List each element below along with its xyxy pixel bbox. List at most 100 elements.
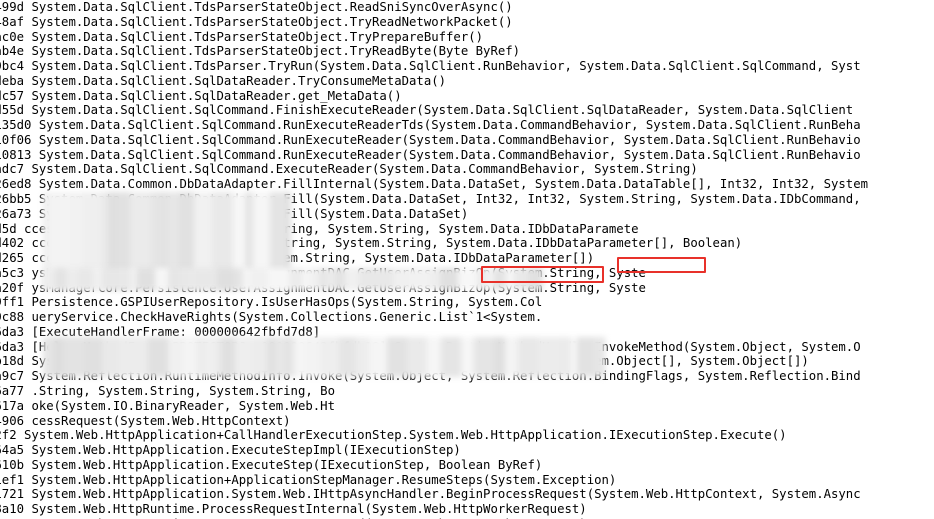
stack-frame-line: b9c88 ueryService.CheckHaveRights(System…	[0, 310, 542, 325]
stack-frame-line: f610b System.Web.HttpApplication.Execute…	[0, 458, 542, 473]
stack-frame-address: ba5c3	[0, 265, 25, 280]
stack-frame-method: System.Web.HttpApplication+CallHandlerEx…	[24, 428, 787, 443]
stack-frame-address: cab4e	[0, 44, 25, 59]
stack-frame-method: System.Reflection.RuntimeMethodInfo.Unsa…	[31, 354, 809, 369]
stack-frame-method: Persistence.GSPIUserRepository.IsUserHas…	[31, 295, 543, 310]
stack-frame-method: System.Data.SqlClient.TdsParserStateObje…	[31, 0, 513, 14]
stack-frame-gap	[17, 222, 24, 236]
stack-frame-gap	[31, 118, 38, 132]
stack-frame-method: System.Data.SqlClient.TdsParserStateObje…	[31, 14, 513, 29]
stack-frame-address: ddeba	[0, 73, 25, 88]
stack-frame-line: ad5d ccess.Database.GetDataSet(System.St…	[0, 222, 639, 237]
stack-frame-method: System.Data.SqlClient.SqlCommand.RunExec…	[38, 147, 861, 162]
stack-frame-method: System.Data.Common.DbDataAdapter.Fill(Sy…	[38, 192, 861, 206]
stack-frame-line: d2f2 System.Web.HttpApplication+CallHand…	[0, 428, 787, 443]
stack-frame-line: c9bc4 System.Data.SqlClient.TdsParser.Tr…	[0, 59, 861, 74]
stack-frame-line: f1721 System.Web.HttpApplication.System.…	[0, 487, 861, 502]
stack-trace-viewport[interactable]: c499d System.Data.SqlClient.TdsParserSta…	[0, 0, 934, 519]
stack-frame-address: ad402	[0, 236, 25, 251]
stack-frame-line: d10813 System.Data.SqlClient.SqlCommand.…	[0, 148, 861, 163]
stack-frame-line: 18a10 System.Web.HttpRuntime.ProcessRequ…	[0, 502, 587, 517]
stack-frame-address: f1ef1	[0, 472, 25, 487]
stack-frame-address: ba20f	[0, 280, 25, 295]
stack-frame-address: d135d0	[0, 118, 32, 133]
stack-frame-line: ddc57 System.Data.SqlClient.SqlDataReade…	[0, 89, 402, 104]
stack-frame-line: eadc7 System.Data.SqlClient.SqlCommand.E…	[0, 162, 698, 177]
stack-frame-method: ccess.Database.GetDataSet(System.String,…	[24, 221, 639, 236]
stack-frame-method: System.Reflection.RuntimeMethodInfo.Invo…	[31, 369, 861, 384]
stack-frame-line: dd55d System.Data.SqlClient.SqlCommand.F…	[0, 103, 853, 118]
stack-frame-method: cessRequest(System.Web.HttpContext)	[31, 413, 291, 428]
stack-frame-method: .String, System.String, System.String, B…	[31, 384, 335, 399]
stack-frame-address: 0b18d	[0, 354, 25, 369]
stack-frame-method: ccess.Database.GetDataSet(System.String,…	[31, 236, 743, 251]
stack-frame-address: cac0e	[0, 29, 25, 44]
stack-frame-address: d26bb5	[0, 192, 32, 206]
stack-frame-address: d26ed8	[0, 177, 32, 192]
stack-frame-method: ueryService.CheckHaveRights(System.Colle…	[31, 310, 543, 325]
stack-frame-address: f64a5	[0, 443, 25, 458]
stack-frame-method: System.Web.HttpRuntime.ProcessRequestInt…	[31, 502, 587, 517]
stack-frame-method: System.Web.HttpApplication.ExecuteStepIm…	[31, 443, 461, 458]
stack-frame-address: 0a9c7	[0, 369, 25, 384]
stack-frame-address: ddc57	[0, 88, 25, 103]
stack-frame-gap	[31, 148, 38, 162]
stack-frame-address: d26a73	[0, 206, 32, 221]
stack-frame-line: a4906 cessRequest(System.Web.HttpContext…	[0, 414, 291, 429]
stack-frame-method: System.Web.HttpApplication.System.Web.IH…	[31, 487, 861, 502]
stack-frame-gap	[31, 177, 38, 191]
stack-frame-line: c6da3 [HelperMethodFrame_PROTECTOBJ: 000…	[0, 340, 861, 355]
stack-frame-method: System.Data.SqlClient.SqlCommand.FinishE…	[31, 103, 854, 118]
stack-frame-method: System.Data.Common.DbDataAdapter.Fill(Sy…	[38, 206, 469, 221]
stack-frame-address: a6a77	[0, 384, 25, 399]
stack-frame-method: System.Web.HttpApplication+ApplicationSt…	[31, 472, 617, 487]
stack-frame-line: b9ff1 Persistence.GSPIUserRepository.IsU…	[0, 295, 542, 310]
stack-frame-method: System.Data.SqlClient.SqlCommand.RunExec…	[38, 118, 861, 133]
stack-frame-line: 0b18d System.Reflection.RuntimeMethodInf…	[0, 354, 809, 369]
stack-frame-line: ad265 ccess.Database.ExecuteDataSet(Syst…	[0, 251, 594, 266]
stack-frame-line: f1ef1 System.Web.HttpApplication+Applica…	[0, 473, 616, 488]
stack-frame-line: c48af System.Data.SqlClient.TdsParserSta…	[0, 15, 513, 30]
stack-frame-address: c6da3	[0, 324, 25, 339]
highlight-is-user-has-ops	[617, 257, 706, 273]
highlight-check-have-rights	[481, 266, 604, 283]
stack-frame-line: d135d0 System.Data.SqlClient.SqlCommand.…	[0, 118, 861, 133]
stack-frame-line: d10f06 System.Data.SqlClient.SqlCommand.…	[0, 133, 861, 148]
stack-frame-line: cac0e System.Data.SqlClient.TdsParserSta…	[0, 30, 483, 45]
stack-frame-line: cab4e System.Data.SqlClient.TdsParserSta…	[0, 44, 520, 59]
stack-frame-address: eadc7	[0, 162, 25, 177]
stack-frame-address: b9ff1	[0, 295, 25, 310]
stack-frame-gap	[17, 428, 24, 442]
stack-frame-address: c6da3	[0, 339, 25, 354]
stack-frame-method: oke(System.IO.BinaryReader, System.Web.H…	[31, 398, 335, 413]
stack-frame-method: ccess.Database.ExecuteDataSet(System.Str…	[31, 251, 595, 266]
stack-frame-address: c9bc4	[0, 59, 25, 74]
stack-frame-gap	[31, 207, 38, 221]
stack-frame-address: a4906	[0, 413, 25, 428]
stack-frame-address: c499d	[0, 0, 25, 14]
stack-frame-line: a6a77 .String, System.String, System.Str…	[0, 384, 335, 399]
stack-frame-method: System.Data.SqlClient.SqlCommand.RunExec…	[38, 132, 861, 147]
stack-frame-address: b9c88	[0, 310, 25, 325]
stack-frame-method: System.Data.SqlClient.TdsParserStateObje…	[31, 44, 521, 59]
stack-frame-line: ad402 ccess.Database.GetDataSet(System.S…	[0, 236, 742, 251]
stack-frame-address: ad5d	[0, 221, 17, 236]
stack-frame-line: a617a oke(System.IO.BinaryReader, System…	[0, 399, 335, 414]
stack-frame-address: a617a	[0, 398, 25, 413]
stack-frame-method: System.Data.Common.DbDataAdapter.FillInt…	[38, 177, 869, 192]
stack-frame-method: System.Data.SqlClient.SqlDataReader.TryC…	[31, 73, 447, 88]
stack-frame-address: ad265	[0, 251, 25, 266]
stack-frame-method: System.Data.SqlClient.TdsParser.TryRun(S…	[31, 59, 861, 74]
stack-frame-line: f64a5 System.Web.HttpApplication.Execute…	[0, 443, 461, 458]
stack-frame-line: c499d System.Data.SqlClient.TdsParserSta…	[0, 0, 513, 15]
stack-frame-line: d26ed8 System.Data.Common.DbDataAdapter.…	[0, 177, 868, 192]
stack-frame-line: ddeba System.Data.SqlClient.SqlDataReade…	[0, 74, 446, 89]
stack-frame-address: dd55d	[0, 103, 25, 118]
stack-frame-method: System.Data.SqlClient.SqlDataReader.get_…	[31, 88, 402, 103]
stack-frame-line: d26a73 System.Data.Common.DbDataAdapter.…	[0, 207, 468, 222]
stack-frame-address: 18a10	[0, 502, 25, 517]
stack-frame-address: c48af	[0, 14, 25, 29]
stack-frame-address: f610b	[0, 457, 25, 472]
stack-frame-method: System.Data.SqlClient.SqlCommand.Execute…	[31, 162, 698, 177]
stack-frame-line: 0a9c7 System.Reflection.RuntimeMethodInf…	[0, 369, 861, 384]
